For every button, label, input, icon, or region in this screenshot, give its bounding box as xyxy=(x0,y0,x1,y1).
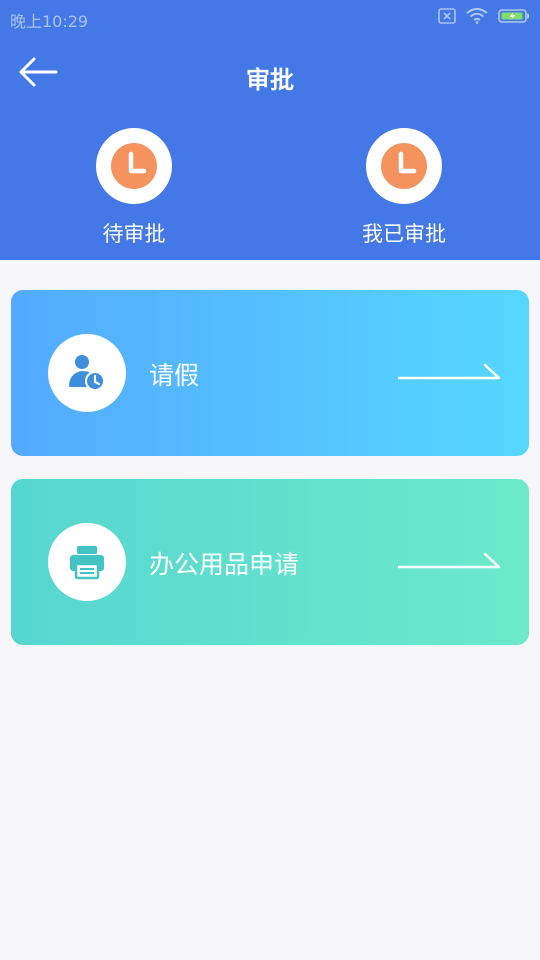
status-bar: 晚上10:29 xyxy=(0,0,540,36)
clock-icon xyxy=(380,142,428,190)
leave-request-card[interactable]: 请假 xyxy=(11,290,529,456)
tab-label: 待审批 xyxy=(102,222,166,246)
clock-icon xyxy=(110,142,158,190)
tab-label: 我已审批 xyxy=(362,222,446,246)
long-arrow-right-icon xyxy=(397,362,503,382)
header: 晚上10:29 审批 待审批 我已审批 xyxy=(0,0,540,260)
card-label: 办公用品申请 xyxy=(149,550,300,579)
card-icon-circle xyxy=(48,523,126,601)
tab-approved-by-me[interactable]: 我已审批 xyxy=(314,128,494,248)
tab-pending-approval[interactable]: 待审批 xyxy=(44,128,224,248)
card-icon-circle xyxy=(48,334,126,412)
long-arrow-right-icon xyxy=(397,551,503,571)
printer-icon xyxy=(67,542,107,582)
card-label: 请假 xyxy=(149,361,200,390)
status-icons xyxy=(438,8,530,28)
sim-blocked-icon xyxy=(438,8,456,28)
user-clock-icon xyxy=(67,353,107,393)
page-title: 审批 xyxy=(246,66,294,94)
tab-icon-circle xyxy=(96,128,172,204)
wifi-icon xyxy=(466,8,488,28)
office-supplies-card[interactable]: 办公用品申请 xyxy=(11,479,529,645)
status-time: 晚上10:29 xyxy=(10,12,89,31)
tab-icon-circle xyxy=(366,128,442,204)
battery-charging-icon xyxy=(498,8,530,28)
